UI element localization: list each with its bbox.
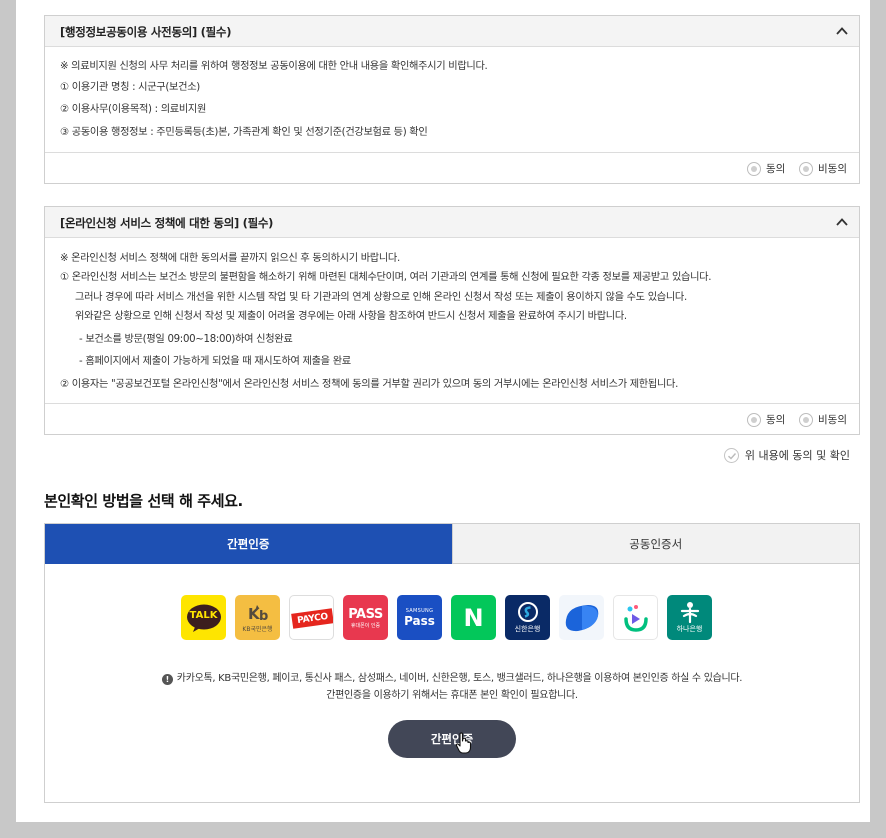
radio-icon (799, 412, 813, 427)
naver-label: N (463, 603, 484, 632)
disagree-label: 비동의 (818, 163, 847, 175)
agree-label: 동의 (766, 414, 786, 426)
panel-body: ※ 온라인신청 서비스 정책에 대한 동의서를 끝까지 읽으신 후 동의하시기 … (45, 238, 859, 402)
hand-cursor-icon (455, 732, 472, 754)
page: [행정정보공동이용 사전동의] (필수) ※ 의료비지원 신청의 사무 처리를 … (16, 0, 870, 822)
agree-radio[interactable]: 동의 (747, 412, 785, 427)
payco-button[interactable]: PAYCO (289, 595, 334, 640)
hana-label: 하나은행 (676, 625, 703, 633)
agree-all-checkbox[interactable]: 위 내용에 동의 및 확인 (723, 447, 850, 463)
radio-icon (747, 161, 761, 176)
consent-bar: 동의 비동의 (45, 403, 859, 435)
auth-method-box: 간편인증 공동인증서 TALK K b KB국민은행 PAYCO PASS 휴대… (44, 523, 860, 803)
online-service-policy-panel: [온라인신청 서비스 정책에 대한 동의] (필수) ※ 온라인신청 서비스 정… (44, 206, 860, 435)
agree-label: 동의 (766, 163, 786, 175)
shinhan-icon (517, 601, 538, 622)
auth-tabs: 간편인증 공동인증서 (45, 524, 859, 564)
notice-line: ② 이용사무(이용목적) : 의료비지원 (60, 104, 207, 115)
notice-line: ③ 공동이용 행정정보 : 주민등록등(초)본, 가족관계 확인 및 선정기준(… (60, 127, 428, 138)
disagree-radio[interactable]: 비동의 (799, 412, 847, 427)
agree-radio[interactable]: 동의 (747, 161, 785, 176)
notice-line: ① 이용기관 명칭 : 시군구(보건소) (60, 82, 200, 93)
notice-line: 그러나 경우에 따라 서비스 개선을 위한 시스템 작업 및 타 기관과의 연계… (75, 292, 687, 303)
shinhan-bank-button[interactable]: 신한은행 (505, 595, 550, 640)
hana-icon (680, 602, 699, 623)
panel-header[interactable]: [행정정보공동이용 사전동의] (필수) (45, 16, 859, 47)
toss-icon (565, 604, 598, 631)
hana-bank-button[interactable]: 하나은행 (667, 595, 712, 640)
notice-line: - 홈페이지에서 제출이 가능하게 되었을 때 재시도하여 제출을 완료 (79, 356, 351, 367)
shinhan-label: 신한은행 (514, 624, 541, 633)
panel-body: ※ 의료비지원 신청의 사무 처리를 위하여 행정정보 공동이용에 대한 안내 … (45, 47, 859, 151)
check-icon (723, 447, 739, 463)
banksalad-icon (623, 604, 648, 632)
radio-icon (799, 161, 813, 176)
notice-line-2: 간편인증을 이용하기 위해서는 휴대폰 본인 확인이 필요합니다. (326, 690, 578, 701)
pass-sub-label: 휴대폰이 인증 (350, 622, 381, 629)
admin-info-consent-panel: [행정정보공동이용 사전동의] (필수) ※ 의료비지원 신청의 사무 처리를 … (44, 15, 860, 184)
kakao-talk-button[interactable]: TALK (181, 595, 226, 640)
chevron-up-icon[interactable] (835, 24, 849, 38)
svg-text:b: b (259, 609, 268, 623)
naver-button[interactable]: N (451, 595, 496, 640)
samsung-pass-button[interactable]: SAMSUNG Pass (397, 595, 442, 640)
panel-header[interactable]: [온라인신청 서비스 정책에 대한 동의] (필수) (45, 207, 859, 238)
pass-button[interactable]: PASS 휴대폰이 인증 (343, 595, 388, 640)
kb-star-icon: K b (248, 604, 268, 623)
disagree-label: 비동의 (818, 414, 847, 426)
simple-auth-button[interactable]: 간편인증 (388, 720, 516, 758)
disagree-radio[interactable]: 비동의 (799, 161, 847, 176)
auth-notice: ! 카카오톡, KB국민은행, 페이코, 통신사 패스, 삼성패스, 네이버, 신… (45, 670, 859, 704)
payco-label: PAYCO (296, 611, 329, 626)
panel-title: [행정정보공동이용 사전동의] (필수) (60, 25, 232, 39)
panel-title: [온라인신청 서비스 정책에 대한 동의] (필수) (60, 216, 274, 230)
kb-bank-button[interactable]: K b KB국민은행 (235, 595, 280, 640)
toss-button[interactable] (559, 595, 604, 640)
info-icon: ! (161, 674, 173, 685)
provider-list: TALK K b KB국민은행 PAYCO PASS 휴대폰이 인증 SAMSU… (181, 595, 712, 640)
section-title: 본인확인 방법을 선택 해 주세요. (44, 492, 243, 510)
notice-line: 위와같은 상황으로 인해 신청서 작성 및 제출이 어려울 경우에는 아래 사항… (75, 311, 627, 322)
agree-all-label: 위 내용에 동의 및 확인 (744, 449, 850, 462)
notice-line-1: ! 카카오톡, KB국민은행, 페이코, 통신사 패스, 삼성패스, 네이버, 신… (45, 670, 859, 687)
kb-label: KB국민은행 (242, 625, 273, 633)
pass-label: PASS (348, 606, 383, 622)
radio-icon (747, 412, 761, 427)
tab-joint-certificate[interactable]: 공동인증서 (451, 524, 859, 564)
notice-line: - 보건소를 방문(평일 09:00~18:00)하여 신청완료 (79, 334, 293, 345)
samsung-pass-label: Pass (404, 613, 435, 628)
payco-logo: PAYCO (291, 608, 333, 629)
notice-line: ② 이용자는 "공공보건포털 온라인신청"에서 온라인신청 서비스 정책에 동의… (60, 379, 679, 390)
notice-line: ※ 온라인신청 서비스 정책에 대한 동의서를 끝까지 읽으신 후 동의하시기 … (60, 253, 400, 264)
notice-line: ① 온라인신청 서비스는 보건소 방문의 불편함을 해소하기 위해 마련된 대체… (60, 272, 712, 283)
notice-text: 카카오톡, KB국민은행, 페이코, 통신사 패스, 삼성패스, 네이버, 신한… (176, 673, 743, 684)
consent-bar: 동의 비동의 (45, 152, 859, 184)
chevron-up-icon[interactable] (835, 215, 849, 229)
banksalad-button[interactable] (613, 595, 658, 640)
notice-line: ※ 의료비지원 신청의 사무 처리를 위하여 행정정보 공동이용에 대한 안내 … (60, 61, 488, 72)
kakao-label: TALK (189, 610, 218, 621)
tab-simple-auth[interactable]: 간편인증 (45, 524, 452, 564)
